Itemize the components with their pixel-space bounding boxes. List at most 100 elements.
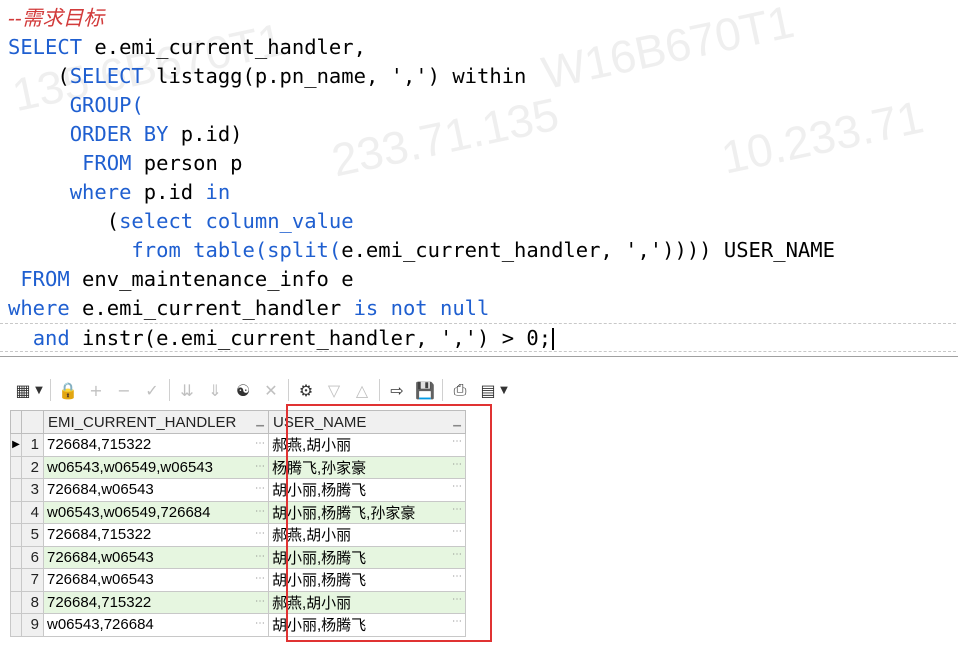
column-header-label: EMI_CURRENT_HANDLER (48, 413, 237, 431)
table-row[interactable]: 8 726684,715322 ⋯ 郝燕,胡小丽 ⋯ (10, 590, 466, 614)
cell-editor-button[interactable]: ⋯ (452, 616, 462, 627)
cell-editor-button[interactable]: ⋯ (452, 526, 462, 537)
lock-icon[interactable]: 🔒 (57, 379, 79, 401)
sql-text: p.id (131, 180, 206, 204)
cell-editor-button[interactable]: ⋯ (452, 571, 462, 582)
save-icon[interactable]: 💾 (414, 379, 436, 401)
grid-layout-icon[interactable]: ▦ (12, 379, 34, 401)
filter-icon[interactable]: ⇊ (176, 379, 198, 401)
row-indicator (10, 568, 22, 592)
row-number: 7 (21, 568, 44, 592)
table-row[interactable]: 7 726684,w06543 ⋯ 胡小丽,杨腾飞 ⋯ (10, 568, 466, 592)
cell-user-name[interactable]: 胡小丽,杨腾飞 ⋯ (268, 568, 466, 592)
cell-value: 胡小丽,杨腾飞 (272, 617, 367, 635)
table-row[interactable]: 5 726684,715322 ⋯ 郝燕,胡小丽 ⋯ (10, 523, 466, 547)
cell-emi-current-handler[interactable]: 726684,715322 ⋯ (43, 523, 269, 547)
cell-value: 726684,w06543 (47, 481, 154, 499)
cell-user-name[interactable]: 胡小丽,杨腾飞 ⋯ (268, 545, 466, 569)
row-indicator (10, 545, 22, 569)
clear-icon[interactable]: ✕ (260, 379, 282, 401)
code-line[interactable]: GROUP( (8, 91, 144, 120)
next-record-icon[interactable]: ▽ (323, 379, 345, 401)
watermark: 10.233.71 (716, 90, 928, 184)
cell-emi-current-handler[interactable]: w06543,726684 ⋯ (43, 613, 269, 637)
cell-editor-button[interactable]: ⋯ (452, 594, 462, 605)
cell-editor-button[interactable]: ⋯ (452, 459, 462, 470)
cell-emi-current-handler[interactable]: w06543,w06549,w06543 ⋯ (43, 455, 269, 479)
column-resize-icon[interactable]: ▁ (256, 416, 264, 427)
code-line[interactable]: FROM person p (8, 149, 242, 178)
code-line[interactable]: where p.id in (8, 178, 230, 207)
delete-record-icon[interactable]: − (113, 379, 135, 401)
cell-editor-button[interactable]: ⋯ (255, 438, 265, 449)
find-icon[interactable]: ☯ (232, 379, 254, 401)
column-header-emi-current-handler[interactable]: EMI_CURRENT_HANDLER ▁ (43, 410, 269, 434)
cell-emi-current-handler[interactable]: 726684,715322 ⋯ (43, 433, 269, 457)
sql-keyword: SELECT (8, 35, 83, 59)
cell-user-name[interactable]: 郝燕,胡小丽 ⋯ (268, 523, 466, 547)
code-line[interactable]: (select column_value (8, 207, 354, 236)
row-number: 1 (21, 433, 44, 457)
print-icon[interactable]: ⎙ (449, 379, 471, 401)
sql-keyword: GROUP( (69, 93, 144, 117)
code-line[interactable]: SELECT e.emi_current_handler, (8, 33, 366, 62)
cell-editor-button[interactable]: ⋯ (255, 551, 265, 562)
cell-user-name[interactable]: 胡小丽,杨腾飞 ⋯ (268, 478, 466, 502)
table-row[interactable]: 9 w06543,726684 ⋯ 胡小丽,杨腾飞 ⋯ (10, 613, 466, 637)
clear-filter-icon[interactable]: ⇓ (204, 379, 226, 401)
cell-user-name[interactable]: 郝燕,胡小丽 ⋯ (268, 590, 466, 614)
query-by-example-icon[interactable]: ⚙ (295, 379, 317, 401)
column-header-user-name[interactable]: USER_NAME ▁ (268, 410, 466, 434)
post-changes-icon[interactable]: ✓ (141, 379, 163, 401)
cell-editor-button[interactable]: ⋯ (452, 504, 462, 515)
cell-emi-current-handler[interactable]: 726684,w06543 ⋯ (43, 545, 269, 569)
cell-emi-current-handler[interactable]: 726684,w06543 ⋯ (43, 568, 269, 592)
cell-value: w06543,726684 (47, 616, 154, 634)
code-line[interactable]: from table(split(e.emi_current_handler, … (8, 236, 835, 265)
cell-editor-button[interactable]: ⋯ (255, 573, 265, 584)
cell-editor-button[interactable]: ⋯ (452, 481, 462, 492)
table-row[interactable]: 2 w06543,w06549,w06543 ⋯ 杨腾飞,孙家豪 ⋯ (10, 455, 466, 479)
cell-emi-current-handler[interactable]: w06543,w06549,726684 ⋯ (43, 500, 269, 524)
row-number: 5 (21, 523, 44, 547)
row-number: 8 (21, 590, 44, 614)
cell-editor-button[interactable]: ⋯ (255, 528, 265, 539)
chart-icon[interactable]: ▤ (477, 379, 499, 401)
cell-value: 杨腾飞,孙家豪 (272, 459, 367, 477)
sql-keyword: select column_value (119, 209, 354, 233)
cell-editor-button[interactable]: ⋯ (452, 549, 462, 560)
code-line[interactable]: where e.emi_current_handler is not null (8, 294, 489, 323)
table-row[interactable]: 3 726684,w06543 ⋯ 胡小丽,杨腾飞 ⋯ (10, 478, 466, 502)
cell-user-name[interactable]: 杨腾飞,孙家豪 ⋯ (268, 455, 466, 479)
cell-editor-button[interactable]: ⋯ (255, 461, 265, 472)
add-record-icon[interactable]: + (85, 379, 107, 401)
code-line[interactable]: FROM env_maintenance_info e (8, 265, 353, 294)
dropdown-arrow-icon[interactable]: ▼ (499, 379, 509, 401)
sql-keyword: where (8, 296, 70, 320)
cell-editor-button[interactable]: ⋯ (452, 436, 462, 447)
cell-editor-button[interactable]: ⋯ (255, 596, 265, 607)
sql-text: e.emi_current_handler (69, 296, 354, 320)
cell-user-name[interactable]: 郝燕,胡小丽 ⋯ (268, 433, 466, 457)
column-resize-icon[interactable]: ▁ (453, 416, 461, 427)
cell-editor-button[interactable]: ⋯ (255, 483, 265, 494)
table-row[interactable]: 4 w06543,w06549,726684 ⋯ 胡小丽,杨腾飞,孙家豪 ⋯ (10, 500, 466, 524)
cell-emi-current-handler[interactable]: 726684,w06543 ⋯ (43, 478, 269, 502)
code-line[interactable]: ORDER BY p.id) (8, 120, 243, 149)
code-line[interactable]: (SELECT listagg(p.pn_name, ',') within (8, 62, 526, 91)
sql-editor[interactable]: 135 6B670T1 W16B670T1 233.71.135 10.233.… (0, 0, 958, 357)
cell-emi-current-handler[interactable]: 726684,715322 ⋯ (43, 590, 269, 614)
previous-record-icon[interactable]: △ (351, 379, 373, 401)
table-row[interactable]: 6 726684,w06543 ⋯ 胡小丽,杨腾飞 ⋯ (10, 545, 466, 569)
cell-value: 郝燕,胡小丽 (272, 437, 352, 455)
code-line[interactable]: and instr(e.emi_current_handler, ',') > … (0, 323, 956, 352)
cell-user-name[interactable]: 胡小丽,杨腾飞 ⋯ (268, 613, 466, 637)
cell-value: 726684,w06543 (47, 548, 154, 566)
cell-editor-button[interactable]: ⋯ (255, 618, 265, 629)
cell-user-name[interactable]: 胡小丽,杨腾飞,孙家豪 ⋯ (268, 500, 466, 524)
table-row[interactable]: ▶ 1 726684,715322 ⋯ 郝燕,胡小丽 ⋯ (10, 433, 466, 457)
dropdown-arrow-icon[interactable]: ▼ (34, 379, 44, 401)
cell-editor-button[interactable]: ⋯ (255, 506, 265, 517)
row-number: 4 (21, 500, 44, 524)
export-icon[interactable]: ⇨ (386, 379, 408, 401)
